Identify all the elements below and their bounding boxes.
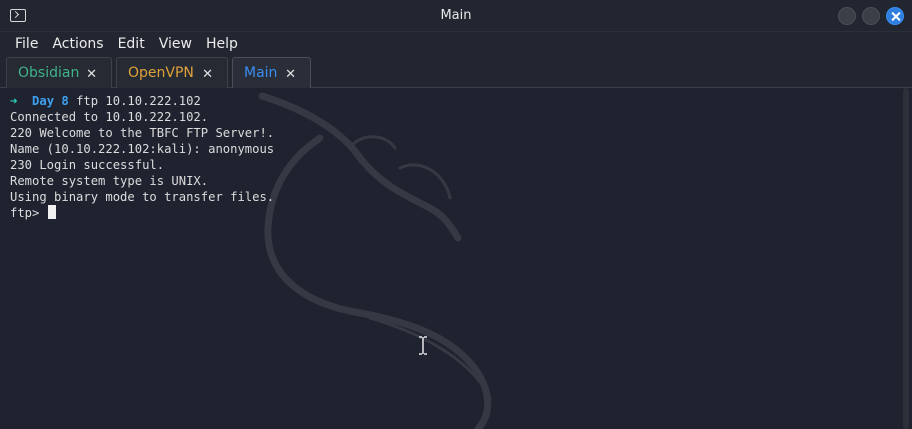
terminal-text: ➜ Day 8 ftp 10.10.222.102 Connected to 1… xyxy=(10,93,274,221)
close-window-button[interactable] xyxy=(886,7,904,25)
output-line: Remote system type is UNIX. xyxy=(10,174,209,188)
tab-label: Obsidian xyxy=(18,65,80,81)
menu-help[interactable]: Help xyxy=(206,35,238,52)
title-bar: Main xyxy=(0,0,912,32)
menu-view[interactable]: View xyxy=(159,35,192,52)
prompt-directory: Day 8 xyxy=(32,94,69,108)
tab-label: OpenVPN xyxy=(128,65,194,81)
output-line: Connected to 10.10.222.102. xyxy=(10,110,209,124)
ftp-prompt: ftp> xyxy=(10,206,40,220)
text-cursor xyxy=(47,205,56,219)
minimize-button[interactable] xyxy=(838,7,856,25)
tab-openvpn[interactable]: OpenVPN ✕ xyxy=(116,57,228,88)
menu-bar: File Actions Edit View Help xyxy=(0,32,912,54)
command-text: ftp 10.10.222.102 xyxy=(76,94,201,108)
menu-file[interactable]: File xyxy=(15,35,38,52)
window-title: Main xyxy=(440,8,472,23)
ibeam-cursor-icon xyxy=(419,336,427,355)
output-line: 220 Welcome to the TBFC FTP Server!. xyxy=(10,126,275,140)
tab-main[interactable]: Main ✕ xyxy=(232,57,311,88)
terminal-scrollbar[interactable] xyxy=(903,88,909,429)
output-line: Name (10.10.222.102:kali): anonymous xyxy=(10,142,275,156)
menu-actions[interactable]: Actions xyxy=(52,35,103,52)
maximize-button[interactable] xyxy=(862,7,880,25)
output-line: 230 Login successful. xyxy=(10,158,165,172)
tab-label: Main xyxy=(244,65,278,81)
prompt-arrow-icon: ➜ xyxy=(10,94,18,108)
close-tab-icon[interactable]: ✕ xyxy=(86,67,97,82)
terminal-output[interactable]: ➜ Day 8 ftp 10.10.222.102 Connected to 1… xyxy=(0,88,912,429)
menu-edit[interactable]: Edit xyxy=(118,35,145,52)
output-line: Using binary mode to transfer files. xyxy=(10,190,275,204)
close-tab-icon[interactable]: ✕ xyxy=(202,67,213,82)
close-tab-icon[interactable]: ✕ xyxy=(285,67,296,82)
tab-obsidian[interactable]: Obsidian ✕ xyxy=(6,57,112,88)
tab-bar: Obsidian ✕ OpenVPN ✕ Main ✕ xyxy=(0,54,912,88)
